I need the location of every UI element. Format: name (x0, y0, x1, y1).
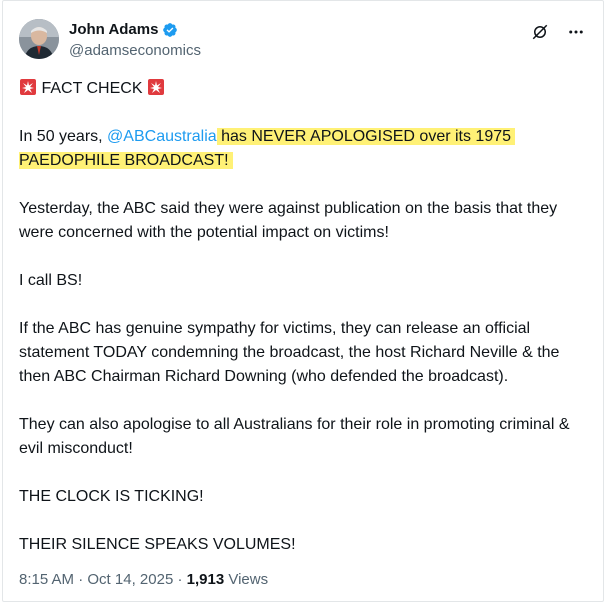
views-label: Views (228, 571, 269, 588)
paragraph-5: They can also apologise to all Australia… (19, 416, 570, 457)
paragraph-4: If the ABC has genuine sympathy for vict… (19, 320, 560, 385)
fact-check-label: FACT CHECK (41, 80, 143, 97)
siren-icon (19, 78, 37, 96)
fact-check-line: FACT CHECK (19, 77, 589, 101)
highlighted-text-2: PAEDOPHILE BROADCAST! (19, 152, 233, 169)
grok-icon[interactable] (529, 21, 551, 43)
tweet-header: John Adams @adamseconomics (19, 15, 587, 65)
separator: · (177, 571, 183, 588)
tweet-meta: 8:15 AM · Oct 14, 2025 · 1,913 Views (19, 571, 268, 588)
separator: · (78, 571, 84, 588)
highlighted-text-1: has NEVER APOLOGISED over its 1975 (216, 128, 516, 145)
paragraph-3: I call BS! (19, 272, 83, 289)
tweet-text: FACT CHECK In 50 years, @ABCaustralia ha… (19, 77, 589, 581)
paragraph-7: THEIR SILENCE SPEAKS VOLUMES! (19, 536, 296, 553)
siren-icon (147, 78, 165, 96)
paragraph-1: In 50 years, @ABCaustralia has NEVER APO… (19, 125, 589, 173)
avatar[interactable] (19, 19, 59, 59)
author-handle[interactable]: @adamseconomics (69, 42, 201, 59)
paragraph-2: Yesterday, the ABC said they were agains… (19, 200, 558, 241)
tweet-time[interactable]: 8:15 AM (19, 571, 74, 588)
mention-link[interactable]: @ABCaustralia (107, 128, 217, 145)
paragraph-6: THE CLOCK IS TICKING! (19, 488, 204, 505)
p1-prefix: In 50 years, (19, 128, 108, 145)
author-name[interactable]: John Adams (69, 21, 158, 38)
verified-badge-icon (162, 22, 178, 38)
more-icon[interactable] (565, 21, 587, 43)
views-count: 1,913 (186, 571, 225, 588)
tweet-card: John Adams @adamseconomics FACT CHECK In… (2, 0, 604, 602)
tweet-date[interactable]: Oct 14, 2025 (87, 571, 173, 588)
